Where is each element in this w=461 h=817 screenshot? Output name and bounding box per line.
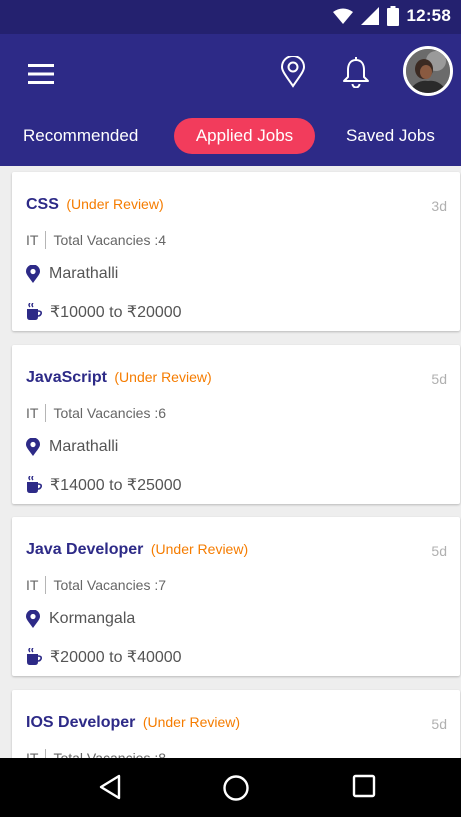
job-location: Marathalli	[49, 438, 119, 455]
coffee-cup-icon	[27, 303, 42, 320]
wifi-icon	[332, 8, 353, 24]
job-title: IOS Developer	[26, 714, 136, 731]
job-title: JavaScript	[26, 369, 107, 386]
battery-icon	[386, 6, 399, 26]
posted-ago: 5d	[431, 716, 447, 732]
posted-ago: 3d	[431, 198, 447, 214]
location-icon	[26, 438, 40, 456]
coffee-cup-icon	[27, 648, 42, 665]
coffee-cup-icon	[27, 476, 42, 493]
job-vacancies: Total Vacancies :4	[53, 232, 167, 248]
tab-bar: Recommended Applied Jobs Saved Jobs	[0, 116, 461, 166]
job-category: IT	[26, 750, 39, 758]
job-location: Marathalli	[49, 265, 119, 282]
job-card[interactable]: Java Developer (Under Review) 5d IT Tota…	[12, 517, 460, 676]
recent-apps-icon[interactable]	[352, 774, 376, 798]
job-category: IT	[26, 577, 39, 593]
job-vacancies: Total Vacancies :7	[53, 577, 167, 593]
job-card[interactable]: CSS (Under Review) 3d IT Total Vacancies…	[12, 172, 460, 331]
job-status: (Under Review)	[114, 369, 212, 385]
job-status: (Under Review)	[142, 714, 241, 730]
status-bar: 12:58	[0, 0, 461, 34]
location-icon	[26, 610, 40, 628]
back-icon[interactable]	[98, 774, 122, 800]
job-status: (Under Review)	[150, 541, 249, 557]
job-location: Kormangala	[49, 610, 136, 627]
job-list[interactable]: CSS (Under Review) 3d IT Total Vacancies…	[0, 166, 461, 758]
bell-icon[interactable]	[342, 56, 370, 88]
status-time: 12:58	[406, 6, 451, 25]
navigation-bar	[0, 758, 461, 817]
job-vacancies: Total Vacancies :8	[53, 750, 167, 758]
location-pin-icon[interactable]	[280, 56, 306, 88]
divider	[45, 576, 47, 594]
avatar[interactable]	[403, 46, 453, 96]
divider	[45, 404, 47, 422]
menu-icon[interactable]	[28, 64, 54, 84]
app-bar	[0, 34, 461, 116]
job-title: Java Developer	[26, 541, 144, 558]
home-icon[interactable]	[222, 774, 250, 802]
job-category: IT	[26, 232, 39, 248]
job-salary: ₹10000 to ₹20000	[50, 304, 182, 321]
job-category: IT	[26, 405, 39, 421]
posted-ago: 5d	[431, 371, 447, 387]
tab-saved-jobs[interactable]: Saved Jobs	[346, 118, 435, 154]
location-icon	[26, 265, 40, 283]
tab-recommended[interactable]: Recommended	[23, 118, 138, 154]
tab-applied-jobs[interactable]: Applied Jobs	[174, 118, 315, 154]
job-vacancies: Total Vacancies :6	[53, 405, 167, 421]
job-salary: ₹14000 to ₹25000	[50, 477, 182, 494]
job-card[interactable]: JavaScript (Under Review) 5d IT Total Va…	[12, 345, 460, 504]
job-card[interactable]: IOS Developer (Under Review) 5d IT Total…	[12, 690, 460, 758]
job-title: CSS	[26, 196, 59, 213]
signal-icon	[360, 7, 379, 25]
user-photo-icon	[406, 49, 450, 93]
posted-ago: 5d	[431, 543, 447, 559]
divider	[45, 231, 47, 249]
job-salary: ₹20000 to ₹40000	[50, 649, 182, 666]
job-status: (Under Review)	[66, 196, 164, 212]
divider	[45, 749, 47, 758]
